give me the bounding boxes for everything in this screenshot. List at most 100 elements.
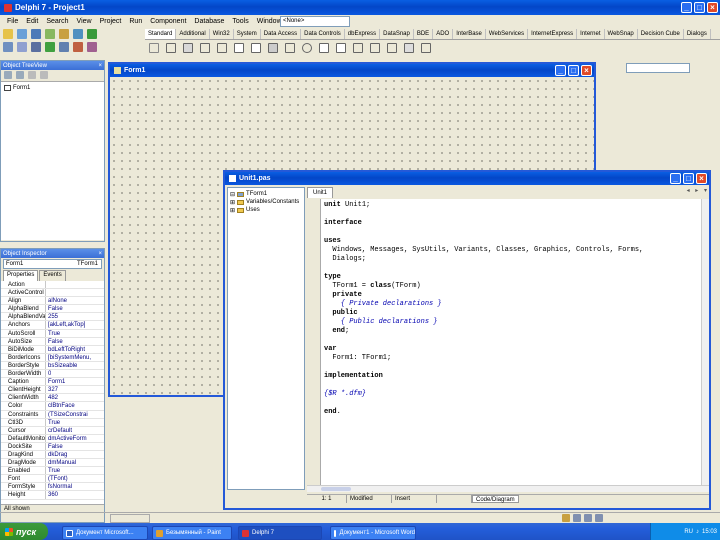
close-button[interactable]: ×: [696, 173, 707, 184]
panel-icon[interactable]: [404, 43, 414, 53]
view-unit-icon[interactable]: [3, 42, 13, 52]
property-value[interactable]: (TSizeConstrai: [46, 411, 88, 418]
radiobutton-icon[interactable]: [302, 43, 312, 53]
property-row[interactable]: AlphaBlendVal 255: [1, 313, 104, 322]
property-value[interactable]: 0: [46, 370, 51, 377]
palette-tab-data-access[interactable]: Data Access: [261, 29, 302, 39]
menu-search[interactable]: Search: [43, 18, 71, 25]
menu-file[interactable]: File: [4, 18, 21, 25]
open-project-icon[interactable]: [59, 29, 69, 39]
palette-tab-internetexpress[interactable]: InternetExpress: [528, 29, 578, 39]
property-row[interactable]: ClientHeight 327: [1, 386, 104, 395]
toolbar-icon[interactable]: [595, 514, 603, 522]
palette-tab-decision-cube[interactable]: Decision Cube: [638, 29, 684, 39]
property-row[interactable]: AutoScroll True: [1, 329, 104, 338]
hscroll-thumb[interactable]: [321, 487, 351, 491]
property-row[interactable]: DefaultMonitor dmActiveForm: [1, 434, 104, 443]
property-row[interactable]: Caption Form1: [1, 378, 104, 387]
tab-properties[interactable]: Properties: [3, 270, 39, 281]
pause-icon[interactable]: [59, 42, 69, 52]
toolbar-icon[interactable]: [573, 514, 581, 522]
property-value[interactable]: fsNormal: [46, 483, 72, 490]
minimize-button[interactable]: _: [681, 2, 692, 13]
close-button[interactable]: ×: [581, 65, 592, 76]
tree-icon[interactable]: [4, 71, 12, 79]
property-row[interactable]: Cursor crDefault: [1, 426, 104, 435]
property-row[interactable]: Action: [1, 281, 104, 290]
trace-into-icon[interactable]: [73, 42, 83, 52]
property-value[interactable]: 360: [46, 491, 58, 498]
property-value[interactable]: True: [46, 419, 60, 426]
palette-tab-win32[interactable]: Win32: [210, 29, 234, 39]
palette-tab-dialogs[interactable]: Dialogs: [684, 29, 711, 39]
save-icon[interactable]: [31, 29, 41, 39]
taskbar-button-delphi[interactable]: Delphi 7: [238, 526, 322, 540]
palette-tab-additional[interactable]: Additional: [176, 29, 210, 39]
palette-tab-ado[interactable]: ADO: [433, 29, 454, 39]
property-value[interactable]: False: [46, 443, 63, 450]
code-editor[interactable]: unit Unit1; interface uses Windows, Messag…: [321, 199, 701, 485]
tab-unit1[interactable]: Unit1: [307, 187, 334, 198]
property-value[interactable]: crDefault: [46, 427, 72, 434]
save-all-icon[interactable]: [45, 29, 55, 39]
menu-database[interactable]: Database: [191, 18, 227, 25]
nav-arrows-icon[interactable]: ◂ ▸ ▾: [687, 187, 709, 198]
property-row[interactable]: AutoSize False: [1, 337, 104, 346]
property-value[interactable]: True: [46, 467, 60, 474]
explorer-node[interactable]: ⊞ Uses: [230, 206, 302, 214]
property-value[interactable]: dmActiveForm: [46, 435, 87, 442]
edit-icon[interactable]: [234, 43, 244, 53]
palette-tab-internet[interactable]: Internet: [577, 29, 605, 39]
taskbar-button-word[interactable]: Документ1 - Microsoft Word: [330, 526, 416, 540]
property-row[interactable]: BorderStyle bsSizeable: [1, 361, 104, 371]
menu-run[interactable]: Run: [126, 18, 145, 25]
groupbox-icon[interactable]: [370, 43, 380, 53]
radiogroup-icon[interactable]: [387, 43, 397, 53]
property-value[interactable]: False: [46, 338, 63, 345]
panel-close-icon[interactable]: ×: [98, 63, 102, 69]
palette-tab-data-controls[interactable]: Data Controls: [301, 29, 345, 39]
taskbar-button-paint[interactable]: Безымянный - Paint: [152, 526, 232, 540]
desktop-combo[interactable]: <None>: [280, 16, 350, 27]
frame-icon[interactable]: [166, 43, 176, 53]
open-icon[interactable]: [17, 29, 27, 39]
listbox-icon[interactable]: [319, 43, 329, 53]
menu-edit[interactable]: Edit: [23, 18, 41, 25]
property-value[interactable]: bsSizeable: [46, 362, 77, 369]
start-button[interactable]: пуск: [0, 523, 48, 540]
property-row[interactable]: DockSite False: [1, 442, 104, 451]
property-value[interactable]: [46, 281, 48, 288]
palette-tab-websnap[interactable]: WebSnap: [605, 29, 638, 39]
menu-view[interactable]: View: [74, 18, 95, 25]
property-row[interactable]: BorderWidth 0: [1, 370, 104, 379]
property-value[interactable]: [akLeft,akTop]: [46, 321, 85, 328]
actionlist-icon[interactable]: [421, 43, 431, 53]
property-value[interactable]: [46, 289, 48, 296]
property-row[interactable]: Enabled True: [1, 467, 104, 476]
palette-tab-interbase[interactable]: InterBase: [453, 29, 486, 39]
toggle-form-unit-icon[interactable]: [31, 42, 41, 52]
mainmenu-icon[interactable]: [183, 43, 193, 53]
property-row[interactable]: ClientWidth 482: [1, 394, 104, 403]
property-row[interactable]: DragKind dkDrag: [1, 450, 104, 460]
property-row[interactable]: BiDiMode bdLeftToRight: [1, 345, 104, 354]
property-value[interactable]: False: [46, 305, 63, 312]
label-icon[interactable]: [217, 43, 227, 53]
property-value[interactable]: dkDrag: [46, 451, 67, 458]
maximize-button[interactable]: □: [683, 173, 694, 184]
close-button[interactable]: ×: [707, 2, 718, 13]
property-value[interactable]: (TFont): [46, 475, 68, 482]
property-row[interactable]: Ctl3D True: [1, 418, 104, 427]
palette-tab-standard[interactable]: Standard: [145, 29, 177, 39]
play-icon[interactable]: [45, 42, 55, 52]
property-row[interactable]: Constraints (TSizeConstrai: [1, 410, 104, 419]
palette-tab-system[interactable]: System: [234, 29, 261, 39]
view-form-icon[interactable]: [17, 42, 27, 52]
taskbar-button-word-doc[interactable]: Документ Microsoft...: [62, 526, 148, 540]
property-value[interactable]: dmManual: [46, 459, 76, 466]
editor-hscrollbar[interactable]: [307, 485, 709, 492]
property-row[interactable]: BorderIcons [biSystemMenu,: [1, 353, 104, 362]
palette-tab-bde[interactable]: BDE: [414, 29, 434, 39]
arrow-down-icon[interactable]: [40, 71, 48, 79]
new-icon[interactable]: [3, 29, 13, 39]
